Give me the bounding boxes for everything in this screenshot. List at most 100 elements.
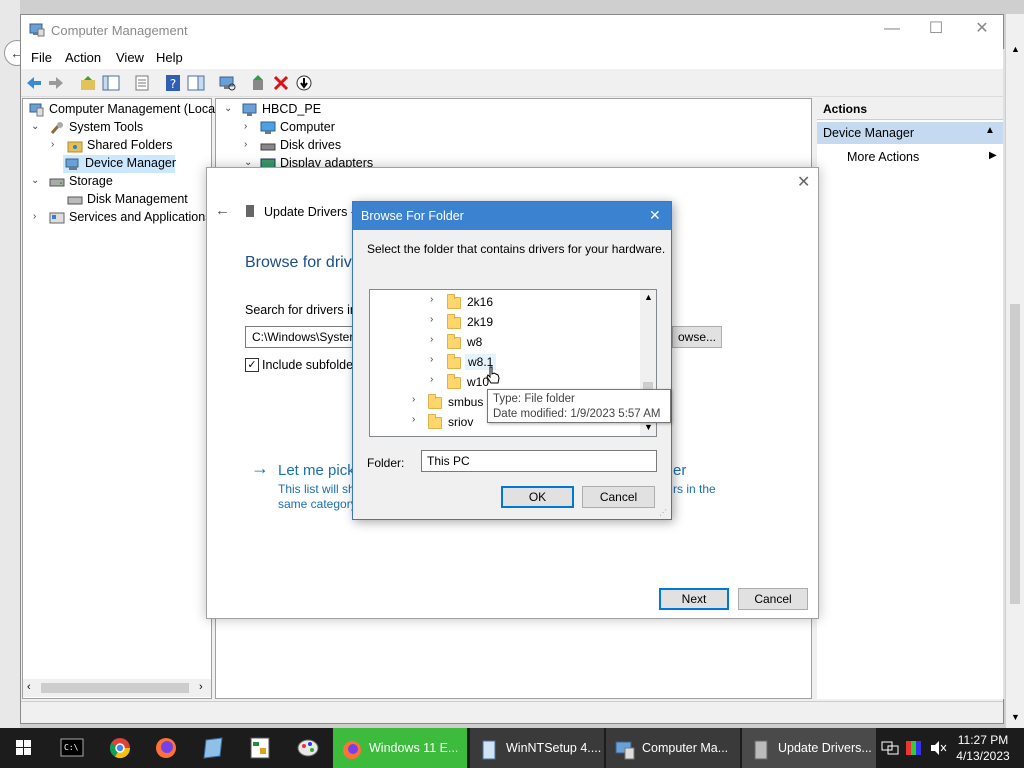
tree-item-shared-folders[interactable]: › Shared Folders: [27, 137, 213, 155]
help-icon[interactable]: ?: [164, 74, 182, 92]
chevron-right-icon[interactable]: ›: [430, 374, 433, 385]
device-item-computer[interactable]: › Computer: [220, 119, 420, 137]
ok-button[interactable]: OK: [501, 486, 574, 508]
include-subfolders-checkbox[interactable]: ✓: [245, 358, 259, 372]
submenu-triangle-icon[interactable]: ▶: [989, 150, 997, 161]
close-icon[interactable]: ✕: [649, 207, 661, 224]
close-icon[interactable]: ✕: [797, 172, 810, 192]
firefox-icon: [341, 737, 363, 759]
chevron-right-icon[interactable]: ›: [244, 139, 247, 150]
folder-item-w8[interactable]: › w8: [370, 332, 640, 352]
browse-button[interactable]: owse...: [672, 326, 722, 348]
scroll-up-icon[interactable]: ▲: [644, 292, 653, 302]
menu-action[interactable]: Action: [65, 50, 101, 65]
update-driver-icon[interactable]: [249, 74, 267, 92]
chevron-right-icon[interactable]: ›: [430, 334, 433, 345]
spreadsheet-icon[interactable]: [240, 728, 280, 768]
paint-icon[interactable]: [288, 728, 328, 768]
svg-text:C:\: C:\: [64, 743, 79, 752]
folder-item-w8-1[interactable]: › w8.1: [370, 352, 640, 372]
chevron-right-icon[interactable]: ›: [412, 414, 415, 425]
background-scrollbar[interactable]: ▲ ▼: [1006, 14, 1024, 728]
let-me-pick-link-tail[interactable]: er: [673, 462, 686, 479]
window-vertical-scrollbar[interactable]: [1003, 49, 1005, 699]
next-button[interactable]: Next: [659, 588, 729, 610]
menu-view[interactable]: View: [116, 50, 144, 65]
scroll-down-icon[interactable]: ▼: [644, 422, 653, 432]
chevron-down-icon[interactable]: ⌄: [31, 175, 39, 186]
chevron-right-icon[interactable]: ›: [51, 139, 54, 150]
clock[interactable]: 11:27 PM 4/13/2023: [952, 730, 1014, 766]
window-title: Computer Management: [51, 23, 188, 38]
device-manager-icon: [65, 157, 81, 174]
device-item-disk-drives[interactable]: › Disk drives: [220, 137, 420, 155]
let-me-pick-link[interactable]: Let me pick: [278, 462, 355, 479]
tools-icon: [49, 121, 65, 138]
color-display-icon[interactable]: [904, 728, 924, 768]
back-arrow-icon[interactable]: ←: [215, 202, 230, 219]
forward-arrow-icon[interactable]: [47, 74, 65, 92]
action-pane-icon[interactable]: [187, 74, 205, 92]
include-subfolders-label: Include subfolder: [262, 358, 358, 372]
scroll-left-icon[interactable]: ‹: [27, 681, 31, 693]
menu-help[interactable]: Help: [156, 50, 183, 65]
notepad-icon[interactable]: [194, 728, 234, 768]
let-me-pick-arrow-icon[interactable]: →: [251, 458, 269, 479]
tree-item-device-manager[interactable]: Device Manager: [63, 155, 176, 174]
tree-item-storage[interactable]: ⌄ Storage: [27, 173, 213, 191]
uninstall-device-icon[interactable]: [272, 74, 290, 92]
back-arrow-icon[interactable]: [25, 74, 43, 92]
tree-horizontal-scrollbar[interactable]: ‹ ›: [23, 679, 211, 697]
device-root-hbcd-pe[interactable]: ⌄ HBCD_PE: [220, 101, 420, 119]
chevron-down-icon[interactable]: ⌄: [224, 103, 232, 114]
collapse-triangle-icon[interactable]: ▲: [985, 125, 995, 136]
properties-icon[interactable]: [133, 74, 151, 92]
maximize-button[interactable]: ☐: [913, 15, 959, 45]
folder-item-2k16[interactable]: › 2k16: [370, 292, 640, 312]
tree-item-disk-management[interactable]: Disk Management: [27, 191, 213, 209]
task-windows-11[interactable]: Windows 11 E...: [333, 728, 467, 768]
scroll-down-icon[interactable]: ▼: [1011, 712, 1020, 722]
background-scroll-thumb[interactable]: [1010, 304, 1020, 604]
chevron-right-icon[interactable]: ›: [244, 121, 247, 132]
folder-input[interactable]: This PC: [421, 450, 657, 472]
browse-cancel-button[interactable]: Cancel: [582, 486, 655, 508]
chevron-down-icon[interactable]: ⌄: [31, 121, 39, 132]
scroll-up-icon[interactable]: ▲: [1011, 44, 1020, 54]
scroll-thumb[interactable]: [41, 683, 189, 693]
actions-more-actions[interactable]: More Actions ▶: [817, 146, 1003, 168]
enable-device-icon[interactable]: [295, 74, 313, 92]
chevron-right-icon[interactable]: ›: [430, 294, 433, 305]
start-button[interactable]: [0, 728, 48, 768]
menu-bar: File Action View Help: [21, 47, 1003, 69]
update-cancel-button[interactable]: Cancel: [738, 588, 808, 610]
chrome-icon[interactable]: [100, 728, 140, 768]
storage-icon: [49, 175, 65, 192]
minimize-button[interactable]: —: [869, 15, 915, 45]
close-button[interactable]: ✕: [959, 15, 1005, 45]
task-update-drivers[interactable]: Update Drivers...: [742, 728, 876, 768]
menu-file[interactable]: File: [31, 50, 52, 65]
resize-grip-icon[interactable]: ⋰: [659, 508, 667, 517]
actions-section-device-manager[interactable]: Device Manager ▲: [817, 122, 1003, 144]
scroll-right-icon[interactable]: ›: [199, 681, 203, 693]
network-icon[interactable]: [880, 728, 900, 768]
disk-management-icon: [67, 193, 83, 210]
tree-item-system-tools[interactable]: ⌄ System Tools: [27, 119, 213, 137]
tree-item-computer-management[interactable]: Computer Management (Local: [27, 101, 218, 119]
tree-item-services-and-applications[interactable]: › Services and Applications: [27, 209, 213, 227]
firefox-icon[interactable]: [146, 728, 186, 768]
volume-muted-icon[interactable]: [928, 728, 948, 768]
chevron-right-icon[interactable]: ›: [33, 211, 36, 222]
chevron-right-icon[interactable]: ›: [412, 394, 415, 405]
task-computer-management[interactable]: Computer Ma...: [606, 728, 740, 768]
up-folder-icon[interactable]: [79, 74, 97, 92]
task-winntsetup[interactable]: WinNTSetup 4....: [470, 728, 604, 768]
chevron-right-icon[interactable]: ›: [430, 354, 433, 365]
show-hide-tree-icon[interactable]: [102, 74, 120, 92]
chevron-right-icon[interactable]: ›: [430, 314, 433, 325]
scan-hardware-icon[interactable]: [218, 74, 236, 92]
folder-item-2k19[interactable]: › 2k19: [370, 312, 640, 332]
command-prompt-icon[interactable]: C:\: [52, 728, 92, 768]
driver-path-input[interactable]: C:\Windows\Syster: [245, 326, 365, 348]
